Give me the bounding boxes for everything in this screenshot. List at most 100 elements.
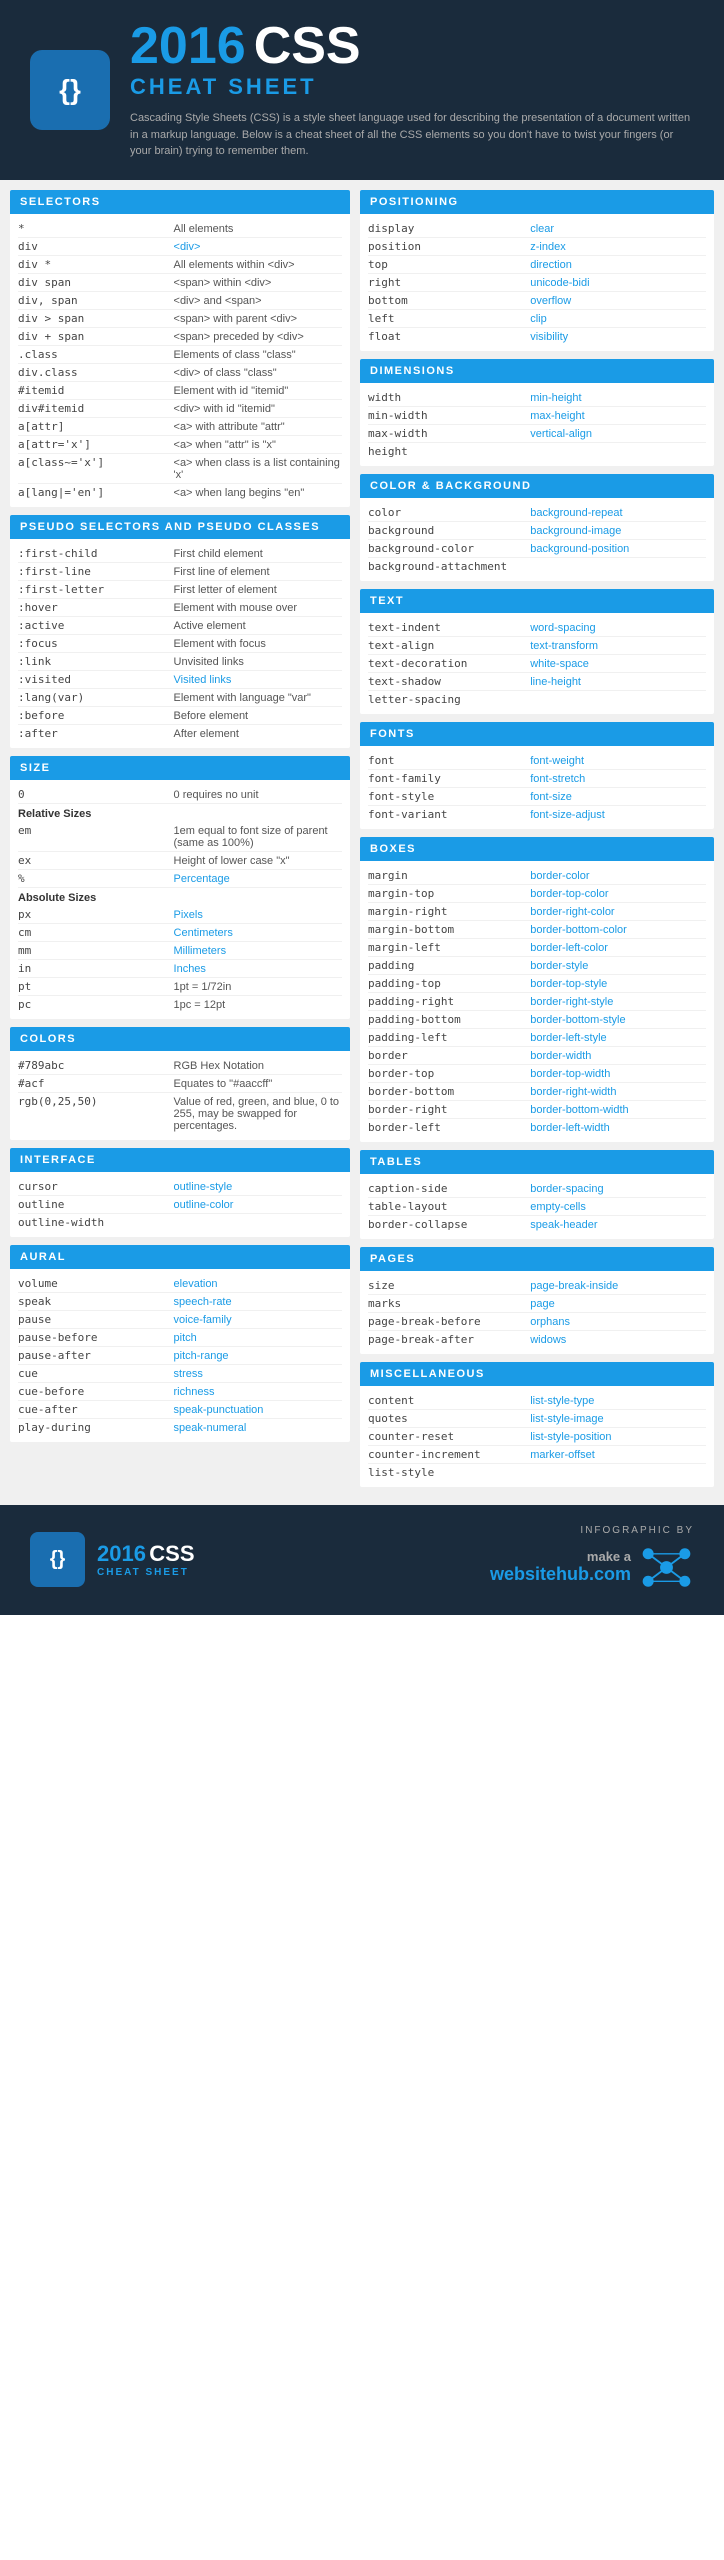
list-item: :first-line First line of element (18, 563, 342, 581)
section-tables: TABLES caption-side border-spacing table… (360, 1150, 714, 1239)
list-item: :active Active element (18, 617, 342, 635)
dimensions-header: DIMENSIONS (360, 359, 714, 383)
network-icon (639, 1540, 694, 1595)
header-description: Cascading Style Sheets (CSS) is a style … (130, 110, 694, 160)
list-item: border-right border-bottom-width (368, 1101, 706, 1119)
pages-header: PAGES (360, 1247, 714, 1271)
list-item: border-collapse speak-header (368, 1216, 706, 1233)
footer-brand-line2: websitehub.com (490, 1564, 631, 1585)
footer-title-area: 2016 CSS CHEAT SHEET (97, 1541, 195, 1578)
footer-css: CSS (149, 1541, 194, 1566)
list-item: table-layout empty-cells (368, 1198, 706, 1216)
footer-title-line: 2016 CSS (97, 1541, 195, 1567)
footer-logo: {} (30, 1532, 85, 1587)
list-item: margin-right border-right-color (368, 903, 706, 921)
list-item: quotes list-style-image (368, 1410, 706, 1428)
section-miscellaneous: MISCELLANEOUS content list-style-type qu… (360, 1362, 714, 1487)
color-background-header: COLOR & BACKGROUND (360, 474, 714, 498)
list-item: :visited Visited links (18, 671, 342, 689)
footer-brand: make a websitehub.com (215, 1540, 694, 1595)
selectors-header: SELECTORS (10, 190, 350, 214)
header-text: 2016 CSS CHEAT SHEET Cascading Style She… (130, 20, 694, 160)
list-item: content list-style-type (368, 1392, 706, 1410)
section-fonts: FONTS font font-weight font-family font-… (360, 722, 714, 829)
header-year: 2016 (130, 20, 246, 72)
aural-body: volume elevation speak speech-rate pause… (10, 1269, 350, 1442)
list-item: position z-index (368, 238, 706, 256)
list-item: background-color background-position (368, 540, 706, 558)
list-item: bottom overflow (368, 292, 706, 310)
list-item: padding-left border-left-style (368, 1029, 706, 1047)
list-item: float visibility (368, 328, 706, 345)
list-item: outline-width (18, 1214, 342, 1231)
boxes-body: margin border-color margin-top border-to… (360, 861, 714, 1142)
list-item: * All elements (18, 220, 342, 238)
list-item: right unicode-bidi (368, 274, 706, 292)
list-item: pause voice-family (18, 1311, 342, 1329)
list-item: em 1em equal to font size of parent (sam… (18, 822, 342, 852)
list-item: padding-top border-top-style (368, 975, 706, 993)
list-item: cursor outline-style (18, 1178, 342, 1196)
list-item: list-style (368, 1464, 706, 1481)
list-item: div#itemid <div> with id "itemid" (18, 400, 342, 418)
list-item: page-break-before orphans (368, 1313, 706, 1331)
absolute-sizes-header: Absolute Sizes (18, 888, 342, 906)
pseudo-header: PSEUDO SELECTORS AND PSEUDO CLASSES (10, 515, 350, 539)
section-boxes: BOXES margin border-color margin-top bor… (360, 837, 714, 1142)
list-item: letter-spacing (368, 691, 706, 708)
list-item: play-during speak-numeral (18, 1419, 342, 1436)
colors-body: #789abc RGB Hex Notation #acf Equates to… (10, 1051, 350, 1140)
left-column: SELECTORS * All elements div <div> div *… (10, 190, 350, 1495)
list-item: margin-left border-left-color (368, 939, 706, 957)
list-item: .class Elements of class "class" (18, 346, 342, 364)
footer-brand-text: make a websitehub.com (490, 1549, 631, 1585)
list-item: cue-before richness (18, 1383, 342, 1401)
footer-logo-area: {} 2016 CSS CHEAT SHEET (30, 1532, 195, 1587)
list-item: cue stress (18, 1365, 342, 1383)
list-item: border-left border-left-width (368, 1119, 706, 1136)
footer-right: INFOGRAPHIC BY make a websitehub.com (215, 1525, 694, 1595)
list-item: counter-reset list-style-position (368, 1428, 706, 1446)
section-dimensions: DIMENSIONS width min-height min-width ma… (360, 359, 714, 466)
list-item: height (368, 443, 706, 460)
text-body: text-indent word-spacing text-align text… (360, 613, 714, 714)
section-size: SIZE 0 0 requires no unit Relative Sizes… (10, 756, 350, 1019)
list-item: page-break-after widows (368, 1331, 706, 1348)
aural-header: AURAL (10, 1245, 350, 1269)
header-logo-symbol: {} (59, 74, 81, 106)
list-item: :lang(var) Element with language "var" (18, 689, 342, 707)
list-item: padding-bottom border-bottom-style (368, 1011, 706, 1029)
list-item: top direction (368, 256, 706, 274)
list-item: div, span <div> and <span> (18, 292, 342, 310)
section-interface: INTERFACE cursor outline-style outline o… (10, 1148, 350, 1237)
list-item: size page-break-inside (368, 1277, 706, 1295)
list-item: text-decoration white-space (368, 655, 706, 673)
footer-brand-line1: make a (587, 1549, 631, 1564)
list-item: max-width vertical-align (368, 425, 706, 443)
list-item: #itemid Element with id "itemid" (18, 382, 342, 400)
tables-body: caption-side border-spacing table-layout… (360, 1174, 714, 1239)
list-item: min-width max-height (368, 407, 706, 425)
boxes-header: BOXES (360, 837, 714, 861)
list-item: padding-right border-right-style (368, 993, 706, 1011)
footer: {} 2016 CSS CHEAT SHEET INFOGRAPHIC BY m… (0, 1505, 724, 1615)
section-color-background: COLOR & BACKGROUND color background-repe… (360, 474, 714, 581)
list-item: pc 1pc = 12pt (18, 996, 342, 1013)
header-title: 2016 CSS (130, 20, 694, 72)
list-item: a[lang|='en'] <a> when lang begins "en" (18, 484, 342, 501)
list-item: mm Millimeters (18, 942, 342, 960)
interface-body: cursor outline-style outline outline-col… (10, 1172, 350, 1237)
footer-subtitle: CHEAT SHEET (97, 1567, 195, 1578)
list-item: margin-bottom border-bottom-color (368, 921, 706, 939)
color-background-body: color background-repeat background backg… (360, 498, 714, 581)
list-item: speak speech-rate (18, 1293, 342, 1311)
list-item: pause-before pitch (18, 1329, 342, 1347)
list-item: marks page (368, 1295, 706, 1313)
list-item: border-bottom border-right-width (368, 1083, 706, 1101)
list-item: div + span <span> preceded by <div> (18, 328, 342, 346)
list-item: volume elevation (18, 1275, 342, 1293)
positioning-header: POSITIONING (360, 190, 714, 214)
relative-sizes-header: Relative Sizes (18, 804, 342, 822)
footer-year: 2016 (97, 1541, 146, 1566)
selectors-body: * All elements div <div> div * All eleme… (10, 214, 350, 507)
